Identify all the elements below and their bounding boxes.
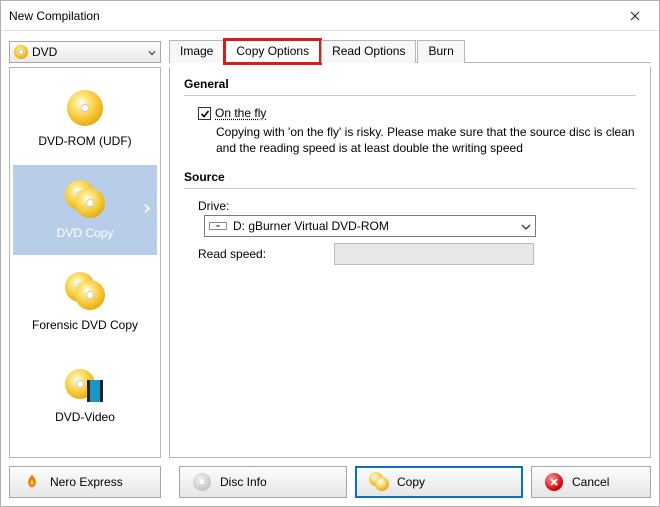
divider	[184, 188, 636, 189]
tab-burn[interactable]: Burn	[417, 40, 464, 63]
compilation-type-select[interactable]: DVD	[9, 41, 161, 63]
content-panel: General On the fly Copying with 'on the …	[169, 67, 651, 458]
tab-copy-options[interactable]: Copy Options	[225, 40, 320, 63]
nero-express-button[interactable]: Nero Express	[9, 466, 161, 498]
cancel-button[interactable]: Cancel	[531, 466, 651, 498]
drive-icon	[209, 222, 227, 230]
chevron-down-icon	[521, 219, 531, 233]
compilation-sidebar: DVD-ROM (UDF) DVD Copy Forensic DVD Copy…	[9, 67, 161, 458]
close-button[interactable]	[619, 4, 651, 28]
tab-read-options[interactable]: Read Options	[321, 40, 416, 63]
button-label: Copy	[397, 475, 425, 489]
disc-info-icon	[192, 472, 212, 492]
disc-double-icon	[65, 272, 105, 312]
read-speed-label: Read speed:	[198, 247, 288, 261]
section-source-heading: Source	[184, 170, 636, 184]
compilation-type-label: DVD	[32, 45, 144, 59]
sidebar-item-label: Forensic DVD Copy	[32, 318, 138, 332]
tab-image[interactable]: Image	[169, 40, 224, 63]
sidebar-item-forensic-dvd-copy[interactable]: Forensic DVD Copy	[13, 257, 157, 347]
footer: Nero Express Disc Info Copy Cancel	[9, 466, 651, 498]
tab-bar: Image Copy Options Read Options Burn	[169, 39, 651, 63]
sidebar-item-dvd-video[interactable]: DVD-Video	[13, 349, 157, 439]
chevron-down-icon	[148, 45, 156, 59]
drive-select[interactable]: D: gBurner Virtual DVD-ROM	[204, 215, 536, 237]
cancel-icon	[544, 472, 564, 492]
button-label: Disc Info	[220, 475, 267, 489]
sidebar-item-label: DVD Copy	[57, 226, 114, 240]
on-the-fly-label: On the fly	[215, 106, 266, 120]
drive-label: Drive:	[198, 199, 288, 213]
read-speed-select[interactable]	[334, 243, 534, 265]
sidebar-item-dvd-rom-udf[interactable]: DVD-ROM (UDF)	[13, 73, 157, 163]
chevron-right-icon	[143, 203, 151, 218]
button-label: Nero Express	[50, 475, 123, 489]
on-the-fly-note: Copying with 'on the fly' is risky. Plea…	[216, 124, 636, 156]
titlebar: New Compilation	[1, 1, 659, 31]
button-label: Cancel	[572, 475, 609, 489]
sidebar-item-label: DVD-ROM (UDF)	[38, 134, 131, 148]
sidebar-item-label: DVD-Video	[55, 410, 115, 424]
flame-icon	[22, 472, 42, 492]
disc-video-icon	[65, 364, 105, 404]
sidebar-item-dvd-copy[interactable]: DVD Copy	[13, 165, 157, 255]
section-general-heading: General	[184, 77, 636, 91]
on-the-fly-checkbox[interactable]	[198, 107, 211, 120]
window-title: New Compilation	[9, 9, 619, 23]
disc-icon	[14, 45, 28, 59]
disc-info-button[interactable]: Disc Info	[179, 466, 347, 498]
divider	[184, 95, 636, 96]
copy-icon	[369, 472, 389, 492]
disc-double-icon	[65, 180, 105, 220]
drive-value: D: gBurner Virtual DVD-ROM	[233, 219, 515, 233]
disc-icon	[65, 88, 105, 128]
copy-button[interactable]: Copy	[355, 466, 523, 498]
